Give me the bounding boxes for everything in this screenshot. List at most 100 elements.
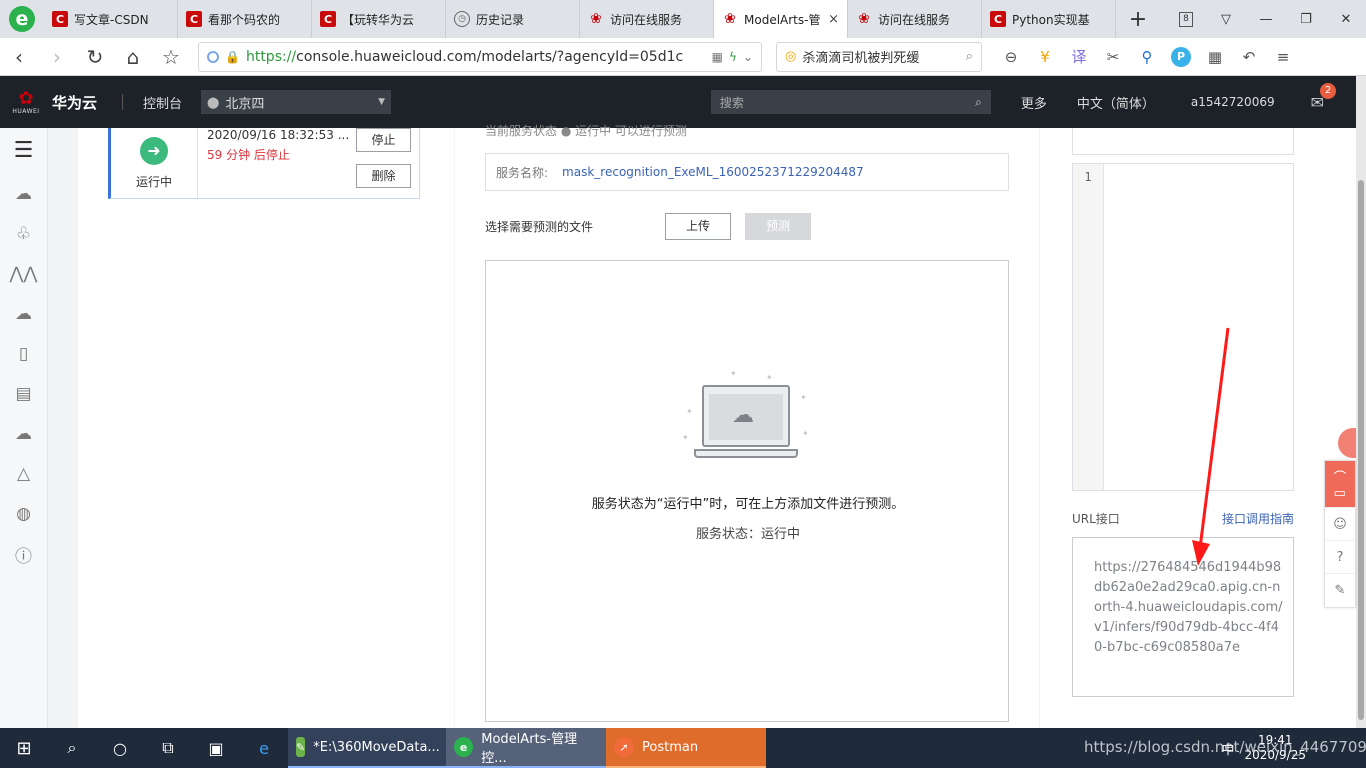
page-scrollbar[interactable] [1356,76,1366,728]
coin-icon[interactable]: ¥ [1028,48,1062,66]
browser-search-input[interactable]: ◎ 杀滴滴司机被判死缓 ⌕ [776,41,982,72]
sail-icon[interactable]: △ [17,454,30,494]
back-icon[interactable]: ‹ [0,45,38,69]
lightning-icon[interactable]: ϟ [729,50,737,64]
edge-icon[interactable]: e [240,728,288,768]
sparkle-icon: ✦ [800,393,807,402]
browser-tab[interactable]: ❀ 访问在线服务 [580,0,714,38]
search-icon[interactable]: ⌕ [48,728,96,768]
upload-button[interactable]: 上传 [665,212,732,240]
favorite-star-icon[interactable]: ☆ [152,45,190,69]
device-icon[interactable]: ▯ [19,334,28,374]
translate-icon[interactable]: 译 [1062,46,1096,67]
user-account[interactable]: a1542720069 [1191,95,1275,109]
new-tab-icon[interactable]: + [1116,0,1160,38]
browser-tab-strip: e C 写文章-CSDN C 看那个码农的 C 【玩转华为云 ◷ 历史记录 ❀ 访问在线服… [0,0,1366,38]
cloud-disk-icon[interactable]: ☁ [15,294,32,334]
delete-button[interactable]: 删除 [356,164,411,188]
magnifier-icon[interactable]: ⚲ [1130,48,1164,66]
cortana-icon[interactable]: ○ [96,728,144,768]
browser-tab[interactable]: ◷ 历史记录 [446,0,580,38]
cloud-sync-icon[interactable]: ☁ [15,414,32,454]
console-link[interactable]: 控制台 [143,93,201,112]
region-value: 北京四 [225,96,265,112]
more-menu[interactable]: 更多 [1021,93,1047,112]
browser-tab[interactable]: ❀ 访问在线服务 [848,0,982,38]
browser-360-icon: e [454,737,474,757]
taskbar-app-notepad[interactable]: ✎ *E:\360MoveData... [288,728,446,768]
url-input[interactable]: 🔒 https:// console.huaweicloud.com/model… [198,41,762,72]
store-icon[interactable]: ▣ [192,728,240,768]
block-icon[interactable]: ⊖ [994,48,1028,66]
globe-icon[interactable]: ◍ [16,494,31,534]
huawei-icon: ❀ [590,11,602,27]
header-divider [122,94,123,110]
pick-file-label: 选择需要预测的文件 [485,219,594,234]
region-select[interactable]: ⬤ 北京四 ▼ [201,90,391,114]
cloud-upload-icon: ☁ [732,403,754,428]
chevron-down-icon[interactable]: ⌄ [743,50,753,64]
search-icon[interactable]: ⌕ [975,95,982,110]
cluster-icon[interactable]: ♧ [16,214,31,254]
brand-name[interactable]: 华为云 [52,92,122,113]
response-editor[interactable]: 1 [1072,163,1294,491]
cloud-server-icon[interactable]: ☁ [15,174,32,214]
wave-icon[interactable]: ⋀⋀ [10,254,38,294]
scissors-icon[interactable]: ✂ [1096,48,1130,66]
caret-down-icon: ▼ [378,97,385,107]
browser-tab[interactable]: C 看那个码农的 [178,0,312,38]
huawei-icon: ❀ [724,11,736,27]
task-view-icon[interactable]: ⧉ [144,728,192,768]
sparkle-icon: ✦ [730,369,737,378]
annotation-arrow [1192,327,1230,566]
skin-icon[interactable]: ▽ [1206,12,1246,27]
api-url-field[interactable]: https://276484546d1944b98db62a0e2ad29ca0… [1072,537,1294,697]
browser-tab-active[interactable]: ❀ ModelArts-管 × [714,0,848,38]
browser-tab[interactable]: C Python实现基 [982,0,1116,38]
stop-button[interactable]: 停止 [356,128,411,152]
huawei-petal-icon: ✿ [18,87,34,109]
browser-tab[interactable]: C 【玩转华为云 [312,0,446,38]
grid-icon[interactable]: ▦ [1198,48,1232,66]
browser-logo-icon[interactable]: e [0,0,44,38]
search-query: 杀滴滴司机被判死缓 [802,51,920,66]
undo-icon[interactable]: ↶ [1232,48,1266,66]
ip-icon[interactable]: ⓘ [15,534,32,574]
scrollbar-thumb[interactable] [1358,180,1364,720]
smile-icon[interactable]: ☺ [1325,507,1355,540]
search-icon[interactable]: ⌕ [966,49,973,64]
menu-icon[interactable]: ≡ [1266,48,1300,66]
maximize-icon[interactable]: ❐ [1286,12,1326,27]
service-name-value: mask_recognition_ExeML_16002523712292044… [562,165,864,179]
tab-count-icon[interactable]: 8 [1179,11,1193,27]
search-placeholder: 搜索 [719,95,744,110]
predict-button[interactable]: 预测 [745,212,812,240]
language-select[interactable]: 中文（简体） [1077,93,1155,112]
taskbar-app-postman[interactable]: ➚ Postman [606,728,766,768]
help-icon[interactable]: ? [1325,540,1355,573]
service-card[interactable]: ➜ 运行中 2020/09/16 18:32:53 ... 59 分钟 后停止 … [108,128,420,199]
qr-icon[interactable]: ▦ [712,50,723,64]
windows-start-icon[interactable]: ⊞ [0,728,48,768]
p-extension-icon[interactable]: P [1164,46,1198,67]
forward-icon[interactable]: › [38,45,76,69]
close-tab-icon[interactable]: × [828,12,839,27]
reload-icon[interactable]: ↻ [76,45,114,69]
sparkle-icon: ✦ [766,373,773,382]
hamburger-menu-icon[interactable]: ☰ [14,138,34,174]
document-icon[interactable]: ▤ [15,374,31,414]
minimize-icon[interactable]: — [1246,12,1286,27]
chat-icon[interactable]: ⌒ ▭ [1325,461,1355,507]
service-name-label: 服务名称: [496,165,549,180]
sparkle-icon: ✦ [802,429,809,438]
taskbar-app-label: *E:\360MoveData... [313,739,440,755]
huawei-logo[interactable]: ✿ HUAWEI [0,87,52,115]
taskbar-app-browser[interactable]: e ModelArts-管理控... [446,728,606,768]
close-window-icon[interactable]: ✕ [1326,12,1366,27]
mail-icon[interactable]: ✉ 2 [1311,82,1336,112]
browser-tab[interactable]: C 写文章-CSDN [44,0,178,38]
upload-drop-area[interactable]: ✦ ✦ ✦ ✦ ✦ ✦ ☁ 服务状态为“运行中”时，可在上方添加文件进行预测。 … [485,260,1009,722]
home-icon[interactable]: ⌂ [114,45,152,69]
console-search-input[interactable]: 搜索 ⌕ [710,90,991,114]
edit-icon[interactable]: ✎ [1325,573,1355,606]
